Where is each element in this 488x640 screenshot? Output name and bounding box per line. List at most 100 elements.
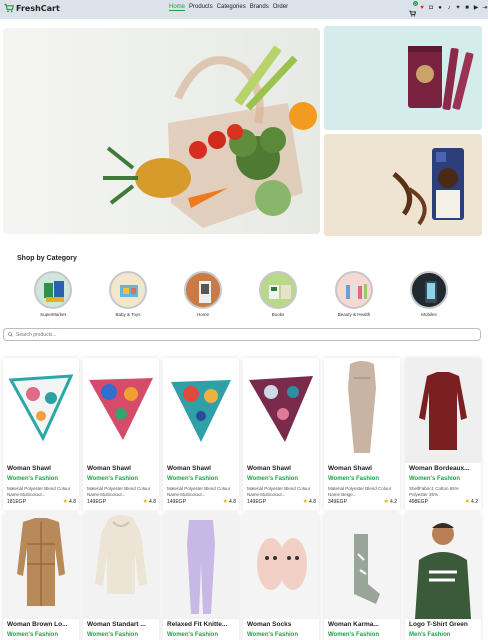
product-card[interactable]: Woman Karma... Women's Fashion xyxy=(324,514,400,640)
instagram-icon[interactable]: ◘ xyxy=(428,5,434,11)
category-label: Beauty & Health xyxy=(337,312,371,317)
product-category: Women's Fashion xyxy=(247,476,298,482)
product-price: 498EGP xyxy=(409,499,428,505)
product-title: Woman Karma... xyxy=(328,621,379,628)
star-icon: ★ xyxy=(383,499,390,505)
product-rating: ★ 4.2 xyxy=(383,498,397,506)
category-home[interactable]: Home xyxy=(173,271,233,317)
nav-link-order[interactable]: Order xyxy=(273,4,288,11)
product-title: Woman Standart ... xyxy=(87,621,146,628)
product-image xyxy=(324,358,400,463)
product-card[interactable]: Woman Shawl Women's Fashion Material Pol… xyxy=(3,358,79,510)
product-rating: ★ 4.8 xyxy=(222,498,236,506)
product-image xyxy=(83,514,159,619)
category-image xyxy=(34,271,72,309)
logout-icon[interactable]: ⇥ xyxy=(482,5,488,11)
product-title: Woman Socks xyxy=(247,621,292,628)
product-card[interactable]: Logo T-Shirt Green Men's Fashion xyxy=(405,514,481,640)
snack-canister-image xyxy=(324,26,482,130)
product-rating: ★ 4.8 xyxy=(62,498,76,506)
category-supermarket[interactable]: SuperMarket xyxy=(23,271,83,317)
cookies-bag-image xyxy=(324,134,482,236)
search-input[interactable] xyxy=(16,331,476,338)
nav-link-home[interactable]: Home xyxy=(169,4,186,11)
product-card[interactable]: Woman Brown Lo... Women's Fashion xyxy=(3,514,79,640)
product-title: Woman Brown Lo... xyxy=(7,621,68,628)
star-icon: ★ xyxy=(62,499,69,505)
product-title: Woman Shawl xyxy=(328,465,372,472)
product-card[interactable]: Woman Shawl Women's Fashion Material Pol… xyxy=(83,358,159,510)
product-card[interactable]: Woman Socks Women's Fashion xyxy=(243,514,319,640)
cart-icon xyxy=(409,10,417,17)
rating-value: 4.8 xyxy=(229,498,236,505)
product-category: Women's Fashion xyxy=(7,632,58,638)
category-label: Books xyxy=(271,312,285,317)
product-image xyxy=(324,514,400,619)
product-rating: ★ 4.2 xyxy=(464,498,478,506)
category-image xyxy=(109,271,147,309)
product-image xyxy=(243,358,319,463)
product-card[interactable]: Woman Shawl Women's Fashion Material Pol… xyxy=(243,358,319,510)
product-card[interactable]: Woman Shawl Women's Fashion Material Pol… xyxy=(163,358,239,510)
nav-link-categories[interactable]: Categories xyxy=(217,4,246,11)
category-label: Mobiles xyxy=(421,312,437,317)
cart-button[interactable]: 0 xyxy=(409,1,418,17)
category-image xyxy=(410,271,448,309)
product-category: Women's Fashion xyxy=(167,476,218,482)
category-image xyxy=(259,271,297,309)
product-category: Women's Fashion xyxy=(247,632,298,638)
product-title: Woman Shawl xyxy=(167,465,211,472)
product-card[interactable]: Woman Shawl Women's Fashion Material Pol… xyxy=(324,358,400,510)
nav-icons: 0 ♥ ◘ ● ♪ ✦ ■ ▶ ⇥ xyxy=(409,1,488,17)
product-description: Material Polyester Blend Colour Name Mul… xyxy=(167,486,231,497)
category-mobiles[interactable]: Mobiles xyxy=(399,271,459,317)
linkedin-icon[interactable]: ■ xyxy=(464,5,470,11)
category-baby-toys[interactable]: Baby & Toys xyxy=(98,271,158,317)
product-title: Logo T-Shirt Green xyxy=(409,621,468,628)
category-image xyxy=(335,271,373,309)
star-icon: ★ xyxy=(222,499,229,505)
product-card[interactable]: Woman Standart ... Women's Fashion xyxy=(83,514,159,640)
product-card[interactable]: Relaxed Fit Knitte... Women's Fashion xyxy=(163,514,239,640)
youtube-icon[interactable]: ▶ xyxy=(473,5,479,11)
rating-value: 4.2 xyxy=(471,498,478,505)
category-label: SuperMarket xyxy=(40,312,66,317)
category-beauty-health[interactable]: Beauty & Health xyxy=(324,271,384,317)
product-price: 149EGP xyxy=(167,499,186,505)
product-image xyxy=(405,358,481,463)
tiktok-icon[interactable]: ♪ xyxy=(446,5,452,11)
product-image xyxy=(163,358,239,463)
product-category: Women's Fashion xyxy=(7,476,58,482)
product-card[interactable]: Woman Bordeaux... Women's Fashion ShellF… xyxy=(405,358,481,510)
product-title: Woman Shawl xyxy=(87,465,131,472)
product-title: Woman Shawl xyxy=(7,465,51,472)
rating-value: 4.8 xyxy=(309,498,316,505)
nav-links: Home Products Categories Brands Order xyxy=(169,4,288,11)
facebook-icon[interactable]: ● xyxy=(437,5,443,11)
product-category: Men's Fashion xyxy=(409,632,451,638)
product-image xyxy=(405,514,481,619)
twitter-icon[interactable]: ✦ xyxy=(455,5,461,11)
star-icon: ★ xyxy=(464,499,471,505)
nav-link-products[interactable]: Products xyxy=(189,4,213,11)
cart-logo-icon xyxy=(4,3,14,13)
grocery-bag-image xyxy=(3,28,320,234)
brand-logo[interactable]: FreshCart xyxy=(4,3,60,13)
product-image xyxy=(163,514,239,619)
rating-value: 4.2 xyxy=(390,498,397,505)
hero-main-banner xyxy=(3,28,320,234)
navbar: FreshCart Home Products Categories Brand… xyxy=(0,0,488,19)
product-price: 349EGP xyxy=(328,499,347,505)
product-title: Relaxed Fit Knitte... xyxy=(167,621,228,628)
product-description: Material Polyester Blend Colour Name Bei… xyxy=(328,486,392,497)
product-description: Material Polyester Blend Colour Name Mul… xyxy=(87,486,151,497)
heart-icon[interactable]: ♥ xyxy=(419,5,425,11)
product-rating: ★ 4.8 xyxy=(303,498,316,506)
product-description: Material Polyester Blend Colour Name Mul… xyxy=(7,486,71,497)
product-category: Women's Fashion xyxy=(409,476,460,482)
product-rating: ★ 4.8 xyxy=(143,498,156,506)
product-category: Women's Fashion xyxy=(87,632,138,638)
product-title: Woman Shawl xyxy=(247,465,291,472)
nav-link-brands[interactable]: Brands xyxy=(250,4,269,11)
category-books[interactable]: Books xyxy=(248,271,308,317)
